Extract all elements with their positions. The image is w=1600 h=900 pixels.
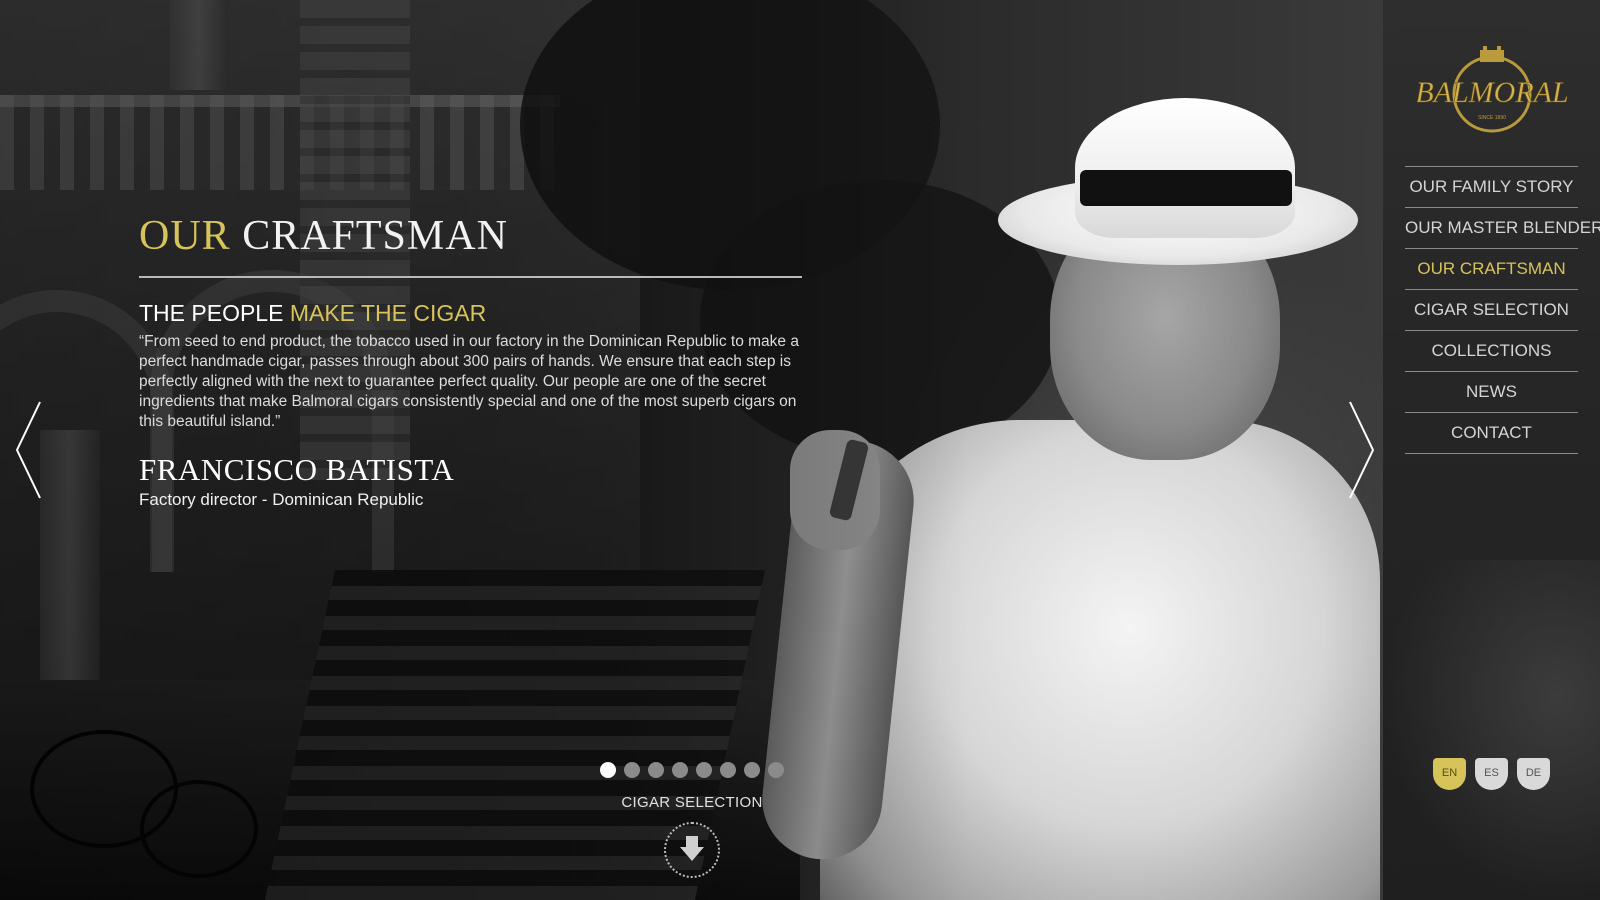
page-title: OUR CRAFTSMAN: [139, 212, 508, 260]
subtitle-prefix: THE PEOPLE: [139, 300, 284, 326]
menu-item-our-family-story[interactable]: OUR FAMILY STORY: [1405, 167, 1578, 208]
page-title-main: CRAFTSMAN: [242, 213, 508, 259]
slider-pagination: [600, 762, 784, 778]
chevron-left-icon: [15, 401, 41, 499]
person-name: FRANCISCO BATISTA: [139, 452, 455, 487]
balmoral-logo[interactable]: BALMORAL SINCE 1890: [1415, 46, 1569, 136]
slider-dot[interactable]: [600, 762, 616, 778]
menu-item-our-master-blender[interactable]: OUR MASTER BLENDER: [1405, 208, 1600, 249]
logo-tagline: SINCE 1890: [1478, 115, 1506, 121]
slider-dot[interactable]: [672, 762, 688, 778]
menu-item-contact[interactable]: CONTACT: [1405, 413, 1578, 454]
sidebar: BALMORAL SINCE 1890 OUR FAMILY STORY OUR…: [1383, 0, 1600, 900]
craftsman-quote: “From seed to end product, the tobacco u…: [139, 333, 799, 430]
slider-dot[interactable]: [624, 762, 640, 778]
language-es-button[interactable]: ES: [1475, 758, 1508, 790]
balmoral-crest-icon: BALMORAL SINCE 1890: [1415, 46, 1569, 133]
chevron-right-icon: [1349, 401, 1375, 499]
slider-dot[interactable]: [768, 762, 784, 778]
logo-wordmark: BALMORAL: [1417, 76, 1567, 109]
slider-dot[interactable]: [696, 762, 712, 778]
menu-item-collections[interactable]: COLLECTIONS: [1405, 331, 1578, 372]
menu-item-our-craftsman[interactable]: OUR CRAFTSMAN: [1405, 249, 1578, 290]
subtitle-accent: MAKE THE CIGAR: [289, 300, 487, 326]
section-subtitle: THE PEOPLE MAKE THE CIGAR: [139, 300, 486, 327]
slider-next-button[interactable]: [1346, 400, 1376, 500]
language-en-button[interactable]: EN: [1433, 758, 1466, 790]
title-divider: [139, 276, 802, 278]
arrow-down-icon: [680, 836, 704, 861]
person-role: Factory director - Dominican Republic: [139, 490, 424, 509]
menu-item-cigar-selection[interactable]: CIGAR SELECTION: [1405, 290, 1578, 331]
main-menu: OUR FAMILY STORY OUR MASTER BLENDER OUR …: [1405, 166, 1600, 454]
sidebar-photo-edge: [1383, 560, 1600, 900]
page-title-prefix: OUR: [139, 213, 231, 259]
next-section-label[interactable]: CIGAR SELECTION: [600, 794, 784, 811]
slider-dot[interactable]: [720, 762, 736, 778]
scroll-down-button[interactable]: [664, 822, 720, 878]
next-section-link[interactable]: CIGAR SELECTION: [600, 794, 784, 878]
menu-item-news[interactable]: NEWS: [1405, 372, 1578, 413]
slider-prev-button[interactable]: [14, 400, 44, 500]
slider-dot[interactable]: [744, 762, 760, 778]
language-de-button[interactable]: DE: [1517, 758, 1550, 790]
language-switcher: EN ES DE: [1433, 758, 1550, 790]
slider-dot[interactable]: [648, 762, 664, 778]
